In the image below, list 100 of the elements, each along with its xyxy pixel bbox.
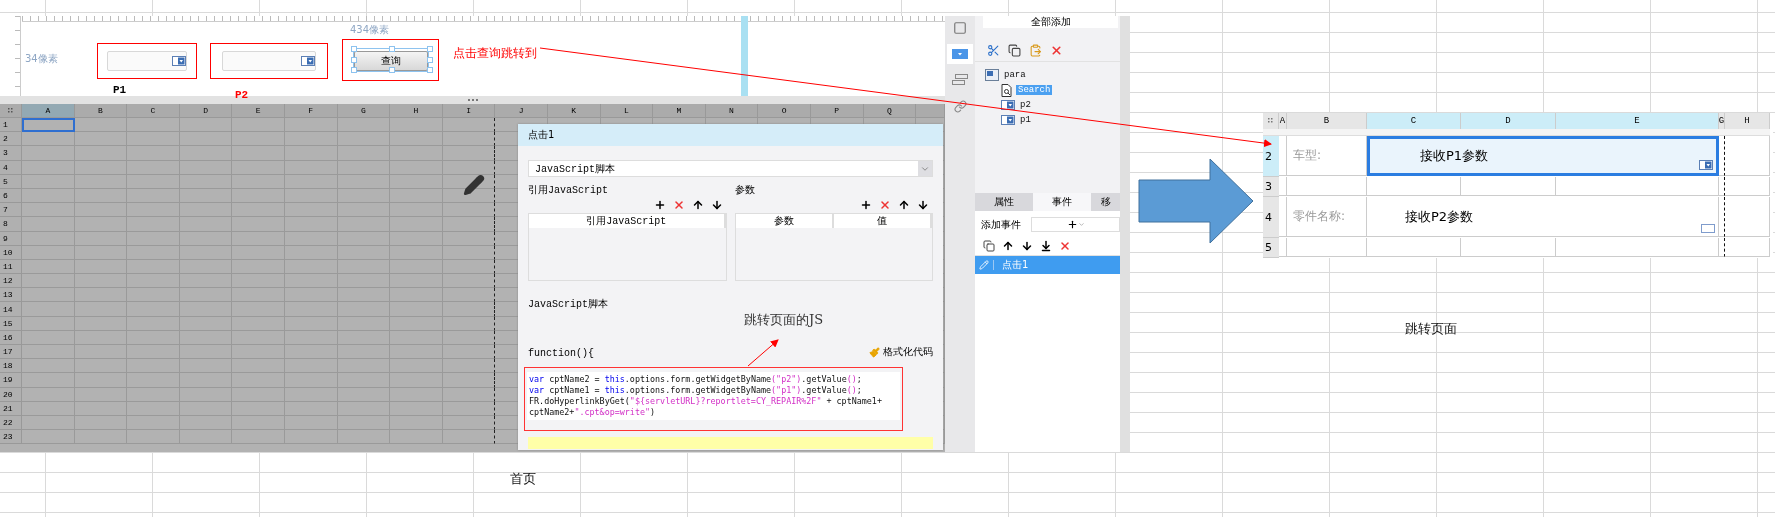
sheet-cell xyxy=(22,174,75,189)
column-header[interactable]: I xyxy=(442,104,496,118)
row-header[interactable]: 13 xyxy=(0,288,22,303)
type-select[interactable]: JavaScript脚本 xyxy=(528,160,933,177)
cell-cursor[interactable] xyxy=(22,118,75,133)
row-header[interactable]: 19 xyxy=(0,373,22,388)
column-header[interactable]: A xyxy=(22,104,75,118)
down-arrow-icon[interactable] xyxy=(710,199,723,211)
row-header[interactable]: 3 xyxy=(1263,177,1279,197)
cell-value: 接收P1参数 xyxy=(1367,136,1719,176)
query-button[interactable]: 查询 xyxy=(353,51,428,71)
row-header[interactable]: 2 xyxy=(1263,136,1279,177)
combo-field[interactable] xyxy=(106,51,188,71)
column-header[interactable]: N xyxy=(705,104,759,118)
row-header[interactable]: 23 xyxy=(0,430,22,445)
tree-item[interactable]: p2 xyxy=(1018,100,1033,110)
paste-icon[interactable] xyxy=(1029,44,1042,57)
delete-icon[interactable] xyxy=(1050,44,1063,57)
row-header[interactable]: 14 xyxy=(0,302,22,317)
column-header[interactable]: P xyxy=(810,104,864,118)
sheet-cell xyxy=(390,132,443,147)
panel-tab[interactable]: 移 xyxy=(1091,193,1120,211)
format-button[interactable]: 格式化代码 xyxy=(869,345,933,359)
sheet-cell xyxy=(74,188,128,204)
sheet-cell xyxy=(232,188,285,204)
form-icon[interactable] xyxy=(952,74,968,86)
up-arrow-icon[interactable] xyxy=(898,199,910,211)
column-header[interactable]: H xyxy=(390,104,443,118)
tree-item[interactable]: para xyxy=(1002,70,1028,80)
delete-icon[interactable] xyxy=(879,199,891,211)
row-header[interactable]: 4 xyxy=(1263,197,1279,238)
delete-icon[interactable] xyxy=(672,199,685,211)
column-header[interactable]: G xyxy=(337,104,391,118)
cut-icon[interactable] xyxy=(987,44,1000,57)
frame-icon[interactable] xyxy=(953,21,967,35)
column-header[interactable]: E xyxy=(1556,113,1719,129)
row-header[interactable]: 1 xyxy=(0,118,22,133)
column-header[interactable]: D xyxy=(1461,113,1556,129)
row-header[interactable]: 18 xyxy=(0,359,22,374)
row-header[interactable]: 17 xyxy=(0,345,22,360)
combo-field[interactable] xyxy=(221,51,317,71)
add-icon[interactable] xyxy=(653,199,666,211)
sheet-cell xyxy=(179,387,233,402)
column-header[interactable]: O xyxy=(758,104,811,118)
caret-icon xyxy=(1077,221,1085,228)
add-all-button[interactable]: 全部添加 xyxy=(983,16,1118,28)
panel-tab[interactable]: 事件 xyxy=(1033,193,1091,211)
down-arrow-icon[interactable] xyxy=(917,199,929,211)
row-header[interactable]: 7 xyxy=(0,203,22,218)
sheet-cell xyxy=(442,316,496,331)
sheet-cell xyxy=(127,288,180,303)
up-arrow-icon[interactable] xyxy=(691,199,704,211)
sheet-cell xyxy=(22,401,75,416)
sheet-cell xyxy=(127,330,180,345)
column-header[interactable]: B xyxy=(1287,113,1367,129)
column-header[interactable]: Q xyxy=(863,104,917,118)
sheet-cell xyxy=(337,430,391,445)
column-header[interactable]: C xyxy=(1367,113,1461,129)
resize-handle[interactable] xyxy=(388,67,395,73)
sheet-cell xyxy=(22,415,75,431)
delete-icon[interactable] xyxy=(1059,240,1071,252)
column-header[interactable]: H xyxy=(1725,113,1770,129)
column-header[interactable]: J xyxy=(495,104,548,118)
sheet-cell xyxy=(442,401,496,416)
row-header[interactable]: 8 xyxy=(0,217,22,232)
up-arrow-icon[interactable] xyxy=(1002,240,1014,252)
copy-icon[interactable] xyxy=(1008,44,1021,57)
column-header[interactable]: E xyxy=(232,104,285,118)
column-header[interactable]: F xyxy=(284,104,338,118)
add-icon[interactable] xyxy=(860,199,872,211)
sheet-cell xyxy=(337,345,391,360)
size-label: 34像素 xyxy=(25,52,58,66)
sheet-cell xyxy=(337,387,391,402)
sheet-cell xyxy=(337,302,391,317)
move-bottom-icon[interactable] xyxy=(1040,240,1052,252)
column-header[interactable]: C xyxy=(127,104,180,118)
sheet-cell xyxy=(390,118,443,133)
panel-tab[interactable]: 属性 xyxy=(975,193,1033,211)
row-header[interactable]: 12 xyxy=(0,274,22,289)
column-header[interactable]: B xyxy=(74,104,128,118)
column-header[interactable]: L xyxy=(600,104,654,118)
column-header[interactable]: M xyxy=(653,104,706,118)
resize-handle[interactable] xyxy=(388,46,395,52)
link-icon[interactable] xyxy=(953,99,967,113)
column-header[interactable]: K xyxy=(547,104,601,118)
tree-item[interactable]: p1 xyxy=(1018,115,1033,125)
sheet-cell xyxy=(442,245,496,260)
sheet-cell xyxy=(179,231,233,246)
row-header[interactable]: 5 xyxy=(1263,238,1279,258)
sheet-cell xyxy=(442,259,496,275)
dropdown-icon[interactable] xyxy=(952,49,968,59)
tool-button[interactable] xyxy=(947,44,973,64)
column-header[interactable]: D xyxy=(179,104,233,118)
sheet-cell xyxy=(74,174,128,189)
sheet-cell xyxy=(127,174,180,189)
sheet-cell xyxy=(22,274,75,289)
down-arrow-icon[interactable] xyxy=(1021,240,1033,252)
copy-icon[interactable] xyxy=(983,240,995,252)
row-header[interactable]: 3 xyxy=(0,146,22,161)
row-header[interactable]: 2 xyxy=(0,132,22,147)
